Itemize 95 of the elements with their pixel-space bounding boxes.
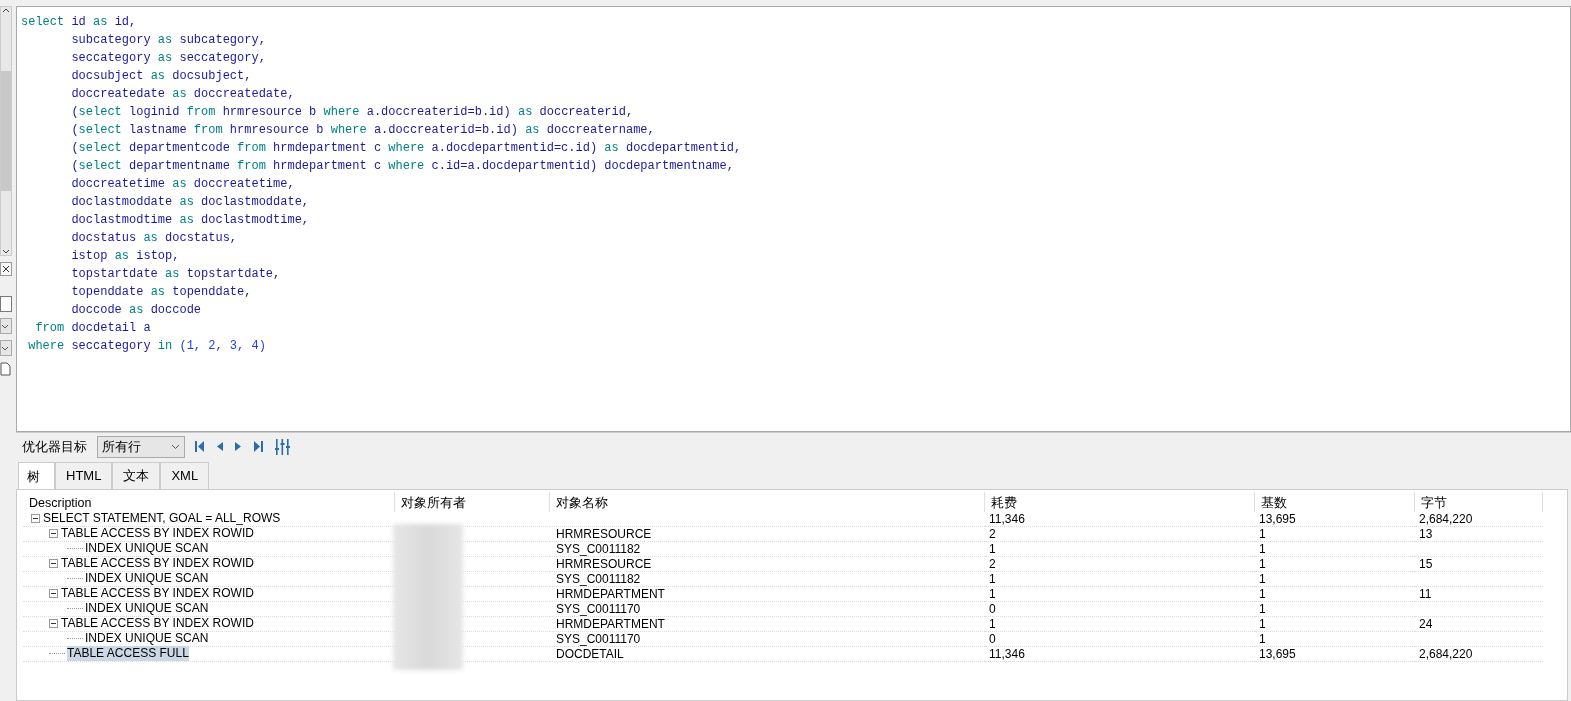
first-icon[interactable] (195, 441, 204, 452)
table-cell: 2,684,220 (1419, 646, 1473, 661)
table-cell: SYS_C0011170 (556, 601, 641, 616)
column-header[interactable]: 字节 (1415, 491, 1543, 512)
scrollbar[interactable] (0, 6, 12, 256)
close-icon[interactable] (0, 262, 12, 276)
table-cell: 13,695 (1259, 511, 1296, 526)
table-cell: 2,684,220 (1419, 511, 1473, 526)
code-line: seccategory as seccategory, (70, 50, 266, 67)
code-line: istop as istop, (70, 248, 180, 265)
code-line: from docdetail a (34, 320, 151, 337)
next-icon[interactable] (235, 441, 242, 452)
caret-icon (171, 443, 180, 450)
tab[interactable]: HTML (55, 462, 113, 489)
code-line: select id as id, (21, 14, 137, 31)
table-cell: HRMRESOURCE (556, 526, 652, 541)
table-cell: 13,695 (1259, 646, 1296, 661)
table-cell: 11,346 (989, 511, 1025, 526)
table-cell: 0 (989, 631, 996, 646)
optimizer-goal-label: 优化器目标 (22, 437, 87, 456)
code-line: (select departmentname from hrmdepartment c where c.id=a.docdepartmentid) docdepartmentname, (70, 158, 734, 175)
goal-dropdown[interactable]: 所有行 (97, 435, 185, 458)
column-header[interactable]: 耗费 (985, 491, 1255, 512)
code-line: (select departmentcode from hrmdepartment c where a.docdepartmentid=c.id) as docdepartmentid, (70, 140, 742, 157)
previous-icon[interactable] (216, 441, 223, 452)
code-line: (select loginid from hrmresource b where a.doccreaterid=b.id) as doccreaterid, (70, 104, 634, 121)
tab[interactable]: 文本 (112, 462, 161, 489)
table-cell: HRMDEPARTMENT (556, 616, 665, 631)
code-line: (select lastname from hrmresource b where a.doccreaterid=b.id) as doccreatername, (70, 122, 655, 139)
tab[interactable]: 树 (18, 462, 55, 489)
table-cell: 1 (989, 586, 996, 601)
dropdown-icon[interactable] (0, 340, 12, 356)
table-cell: DOCDETAIL (556, 646, 624, 661)
table-cell: SYS_C0011170 (556, 631, 641, 646)
table-cell: HRMRESOURCE (556, 556, 652, 571)
table-cell: 1 (1259, 571, 1266, 586)
table-cell: 1 (1259, 631, 1266, 646)
code-line: doclastmodtime as doclastmodtime, (70, 212, 310, 229)
tree-node[interactable]: INDEX UNIQUE SCAN (85, 631, 209, 646)
tree-node[interactable]: TABLE ACCESS BY INDEX ROWID (61, 526, 254, 541)
collapse-icon[interactable] (49, 529, 58, 538)
table-cell: 1 (1259, 526, 1266, 541)
tree-node[interactable]: INDEX UNIQUE SCAN (85, 541, 209, 556)
code-line: where seccategory in (1, 2, 3, 4) (27, 338, 266, 355)
table-cell: 1 (1259, 616, 1266, 631)
columns-icon[interactable] (275, 438, 290, 455)
table-cell: 11,346 (989, 646, 1025, 661)
tree-node[interactable]: TABLE ACCESS BY INDEX ROWID (61, 616, 254, 631)
field-edge-icon[interactable] (0, 296, 12, 312)
table-cell: SYS_C0011182 (556, 571, 641, 586)
code-line: doccreatetime as doccreatetime, (70, 176, 295, 193)
table-cell: 1 (989, 541, 996, 556)
table-cell: 2 (989, 526, 996, 541)
column-header[interactable]: 对象名称 (550, 491, 985, 512)
tree-node[interactable]: SELECT STATEMENT, GOAL = ALL_ROWS (43, 511, 281, 526)
tab[interactable]: XML (160, 462, 210, 489)
table-cell: 24 (1419, 616, 1433, 631)
code-line: doccode as doccode (70, 302, 202, 319)
code-line: docstatus as docstatus, (70, 230, 238, 247)
table-cell: SYS_C0011182 (556, 541, 641, 556)
table-cell: 1 (989, 571, 996, 586)
table-cell: 2 (989, 556, 996, 571)
code-line: topenddate as topenddate, (70, 284, 252, 301)
document-icon[interactable] (0, 362, 12, 376)
table-cell: 1 (989, 616, 996, 631)
table-cell: 1 (1259, 541, 1266, 556)
table-cell: HRMDEPARTMENT (556, 586, 665, 601)
tree-node[interactable]: TABLE ACCESS FULL (67, 646, 189, 661)
code-line: subcategory as subcategory, (70, 32, 266, 49)
dropdown-icon[interactable] (0, 318, 12, 334)
tree-node[interactable]: TABLE ACCESS BY INDEX ROWID (61, 556, 254, 571)
column-header[interactable]: 基数 (1255, 491, 1415, 512)
table-cell: 15 (1419, 556, 1433, 571)
scroll-down-icon[interactable] (2, 249, 10, 255)
tree-node[interactable]: TABLE ACCESS BY INDEX ROWID (61, 586, 254, 601)
code-line: topstartdate as topstartdate, (70, 266, 281, 283)
tree-node[interactable]: INDEX UNIQUE SCAN (85, 601, 209, 616)
collapse-icon[interactable] (49, 589, 58, 598)
table-cell: 1 (1259, 586, 1266, 601)
table-cell: 0 (989, 601, 996, 616)
column-header[interactable]: Description (23, 491, 395, 512)
table-cell: 1 (1259, 601, 1266, 616)
scroll-up-icon[interactable] (2, 7, 10, 13)
last-icon[interactable] (254, 441, 263, 452)
column-header[interactable]: 对象所有者 (395, 491, 550, 512)
table-cell: 11 (1419, 586, 1432, 601)
code-line: doccreatedate as doccreatedate, (70, 86, 295, 103)
collapse-icon[interactable] (49, 619, 58, 628)
code-line: docsubject as docsubject, (70, 68, 252, 85)
table-cell: 1 (1259, 556, 1266, 571)
collapse-icon[interactable] (31, 514, 40, 523)
code-line: doclastmoddate as doclastmoddate, (70, 194, 310, 211)
tree-node[interactable]: INDEX UNIQUE SCAN (85, 571, 209, 586)
table-cell: 13 (1419, 526, 1433, 541)
collapse-icon[interactable] (49, 559, 58, 568)
